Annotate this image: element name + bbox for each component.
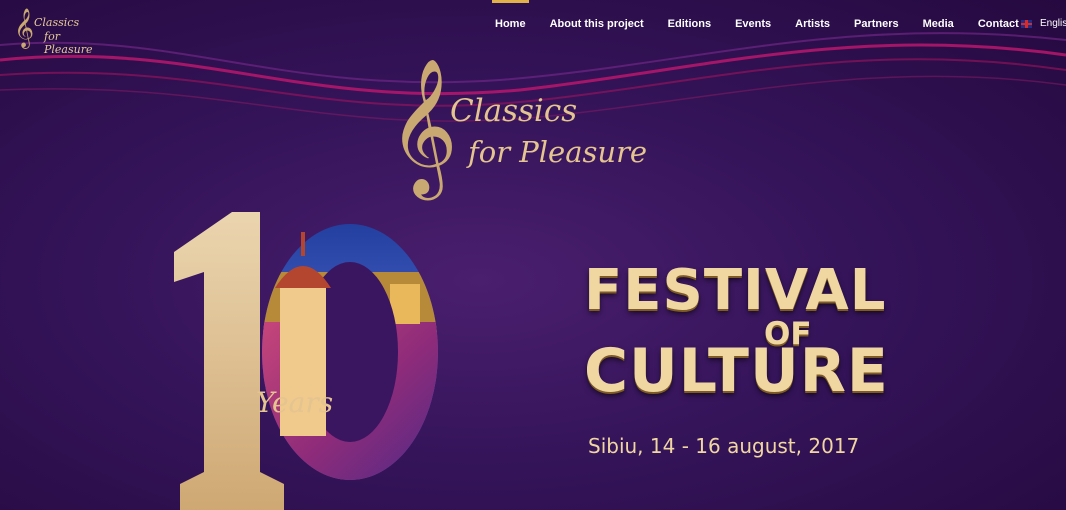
hero-logo: 𝄞 Classics for Pleasure (388, 55, 688, 205)
main-menu: Home About this project Editions Events … (492, 0, 1043, 30)
nav-events[interactable]: Events (735, 18, 771, 30)
nav-editions[interactable]: Editions (668, 18, 711, 30)
language-label: English (1040, 18, 1066, 29)
festival-title-block: FESTIVAL OF CULTURE Sibiu, 14 - 16 augus… (574, 258, 888, 468)
top-navigation-bar: 𝄞 Classics for Pleasure Home About this … (0, 0, 1066, 56)
nav-partners[interactable]: Partners (854, 18, 899, 30)
nav-about[interactable]: About this project (550, 18, 644, 30)
nav-media[interactable]: Media (923, 18, 954, 30)
festival-line1: FESTIVAL (584, 258, 887, 323)
site-logo-line2: for Pleasure (44, 30, 93, 56)
nav-contact[interactable]: Contact (978, 18, 1019, 30)
festival-date: Sibiu, 14 - 16 august, 2017 (588, 434, 860, 458)
nav-home[interactable]: Home (492, 0, 529, 30)
site-logo-line1: Classics (34, 16, 80, 29)
nav-artists[interactable]: Artists (795, 18, 830, 30)
hero-logo-line2: for Pleasure (468, 135, 648, 169)
treble-clef-icon: 𝄞 (14, 8, 35, 48)
years-label: Years (256, 386, 333, 419)
language-switcher[interactable]: English (1021, 18, 1066, 29)
site-logo[interactable]: 𝄞 Classics for Pleasure (14, 8, 104, 56)
festival-line3: CULTURE (584, 336, 889, 406)
hero-logo-line1: Classics (450, 93, 578, 129)
uk-flag-icon (1021, 19, 1032, 28)
treble-clef-icon: 𝄞 (388, 56, 458, 194)
ten-years-graphic: Years (174, 212, 438, 510)
